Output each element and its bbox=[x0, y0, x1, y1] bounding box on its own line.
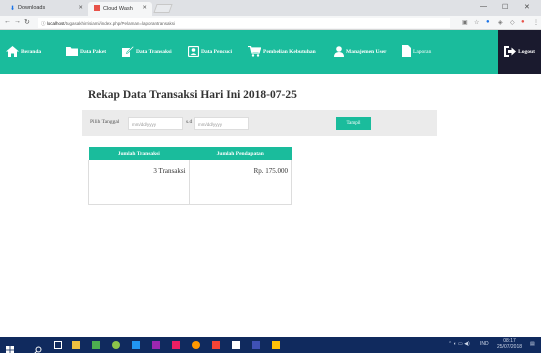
chrome-icon[interactable] bbox=[192, 341, 200, 349]
date-to-input[interactable]: mm/dd/yyyy bbox=[194, 117, 249, 130]
tab-cloud-wash[interactable]: Cloud Wash ✕ bbox=[88, 2, 152, 16]
column-header: Jumlah Pendapatan bbox=[189, 147, 292, 160]
forward-icon[interactable]: → bbox=[14, 18, 21, 25]
table-header-row: Jumlah Transaksi Jumlah Pendapatan bbox=[88, 147, 292, 160]
filter-label: Pilih Tanggal bbox=[90, 119, 120, 125]
app-icon[interactable] bbox=[272, 341, 280, 349]
app-icon[interactable] bbox=[212, 341, 220, 349]
clock-date: 25/07/2018 bbox=[497, 344, 523, 350]
nav-label: Manajemen User bbox=[346, 49, 387, 55]
nav-item-pembelian-kebutuhan[interactable]: Pembelian Kebutuhan bbox=[248, 44, 316, 60]
language-indicator[interactable]: IND bbox=[480, 341, 489, 347]
page-title: Rekap Data Transaksi Hari Ini 2018-07-25 bbox=[88, 89, 297, 101]
minimize-icon[interactable]: — bbox=[480, 3, 487, 10]
folder-icon bbox=[66, 46, 78, 58]
close-tab-icon[interactable]: ✕ bbox=[78, 5, 83, 11]
url-input[interactable]: ⓘ localhost/tugasakhirrisiami/index.php/… bbox=[38, 18, 450, 28]
summary-table: Jumlah Transaksi Jumlah Pendapatan 3 Tra… bbox=[88, 147, 293, 205]
nav-item-manajemen-user[interactable]: Manajemen User bbox=[334, 44, 386, 60]
nav-label: Data Paket bbox=[80, 49, 107, 55]
app-icon[interactable] bbox=[172, 341, 180, 349]
back-icon[interactable]: ← bbox=[4, 18, 11, 25]
user-icon bbox=[334, 45, 344, 59]
app-icon[interactable] bbox=[132, 341, 140, 349]
app-icon[interactable] bbox=[112, 341, 120, 349]
nav-item-data-paket[interactable]: Data Paket bbox=[66, 44, 106, 60]
search-icon[interactable] bbox=[34, 341, 42, 353]
table-cell: Rp. 175.000 bbox=[189, 160, 293, 205]
tab-label: Downloads bbox=[18, 5, 46, 11]
notification-icon[interactable]: ▤ bbox=[530, 341, 535, 347]
tampil-button[interactable]: Tampil bbox=[336, 117, 371, 130]
date-from-input[interactable]: mm/dd/yyyy bbox=[128, 117, 183, 130]
app-icon[interactable] bbox=[92, 341, 100, 349]
translate-icon[interactable]: ▣ bbox=[462, 19, 468, 26]
task-view-icon[interactable] bbox=[54, 341, 62, 349]
system-tray-icons[interactable]: ⌃ ◐ ▭ ◀) bbox=[448, 341, 470, 347]
extension-icon[interactable]: ◇ bbox=[510, 19, 515, 26]
app-icon[interactable] bbox=[252, 341, 260, 349]
logout-icon bbox=[504, 45, 517, 59]
tab-downloads[interactable]: ⬇ Downloads ✕ bbox=[4, 2, 88, 16]
nav-item-laporan[interactable]: Laporan bbox=[402, 44, 431, 60]
nav-label: Pembelian Kebutuhan bbox=[263, 49, 316, 55]
url-path: /tugasakhirrisiami/index.php/Pelaman=lap… bbox=[64, 20, 175, 26]
nav-item-data-transaksi[interactable]: Data Transaksi bbox=[122, 44, 172, 60]
star-icon[interactable]: ☆ bbox=[474, 19, 479, 26]
nav-label: Laporan bbox=[413, 49, 432, 55]
clock[interactable]: 08:17 25/07/2018 bbox=[497, 338, 522, 350]
app-navbar: Beranda Data Paket Data Transaksi Data P… bbox=[0, 30, 541, 74]
nav-label: Beranda bbox=[21, 49, 42, 55]
browser-tab-strip: ⬇ Downloads ✕ Cloud Wash ✕ — ☐ ✕ bbox=[0, 0, 541, 16]
menu-icon[interactable]: ⋮ bbox=[533, 19, 539, 26]
gear-icon[interactable] bbox=[232, 341, 240, 349]
new-tab-button[interactable] bbox=[153, 4, 173, 13]
edit-icon bbox=[122, 45, 135, 59]
file-icon bbox=[402, 45, 411, 59]
favicon-icon bbox=[94, 5, 100, 11]
store-icon[interactable] bbox=[72, 341, 80, 349]
table-row: 3 Transaksi Rp. 175.000 bbox=[88, 160, 293, 205]
address-bar: ← → ↻ ⓘ localhost/tugasakhirrisiami/inde… bbox=[0, 16, 541, 30]
tab-label: Cloud Wash bbox=[103, 6, 133, 12]
reload-icon[interactable]: ↻ bbox=[24, 18, 30, 26]
extension-icon[interactable]: ● bbox=[486, 19, 490, 25]
taskbar: ⌃ ◐ ▭ ◀) IND 08:17 25/07/2018 ▤ bbox=[0, 337, 541, 353]
close-tab-icon[interactable]: ✕ bbox=[142, 5, 147, 11]
date-filter-bar: Pilih Tanggal mm/dd/yyyy s.d mm/dd/yyyy … bbox=[82, 110, 437, 136]
windows-start-icon[interactable] bbox=[6, 341, 14, 353]
nav-item-data-pencuci[interactable]: Data Pencuci bbox=[187, 44, 233, 60]
extension-icon[interactable]: ● bbox=[521, 19, 525, 25]
nav-label: Data Pencuci bbox=[201, 49, 233, 55]
nav-label: Data Transaksi bbox=[136, 49, 172, 55]
nav-item-beranda[interactable]: Beranda bbox=[6, 44, 41, 60]
extension-icon[interactable]: ◈ bbox=[498, 19, 503, 26]
home-icon bbox=[6, 45, 19, 59]
column-header: Jumlah Transaksi bbox=[88, 147, 190, 160]
table-cell: 3 Transaksi bbox=[88, 160, 190, 205]
download-icon: ⬇ bbox=[10, 6, 16, 12]
maximize-icon[interactable]: ☐ bbox=[502, 3, 508, 11]
logout-label: Logout bbox=[518, 49, 535, 55]
close-window-icon[interactable]: ✕ bbox=[524, 3, 530, 11]
url-host: localhost bbox=[46, 20, 65, 26]
id-card-icon bbox=[187, 45, 200, 59]
app-icon[interactable] bbox=[152, 341, 160, 349]
logout-button[interactable]: Logout bbox=[498, 30, 541, 74]
cart-icon bbox=[248, 45, 262, 59]
date-separator: s.d bbox=[186, 119, 193, 125]
